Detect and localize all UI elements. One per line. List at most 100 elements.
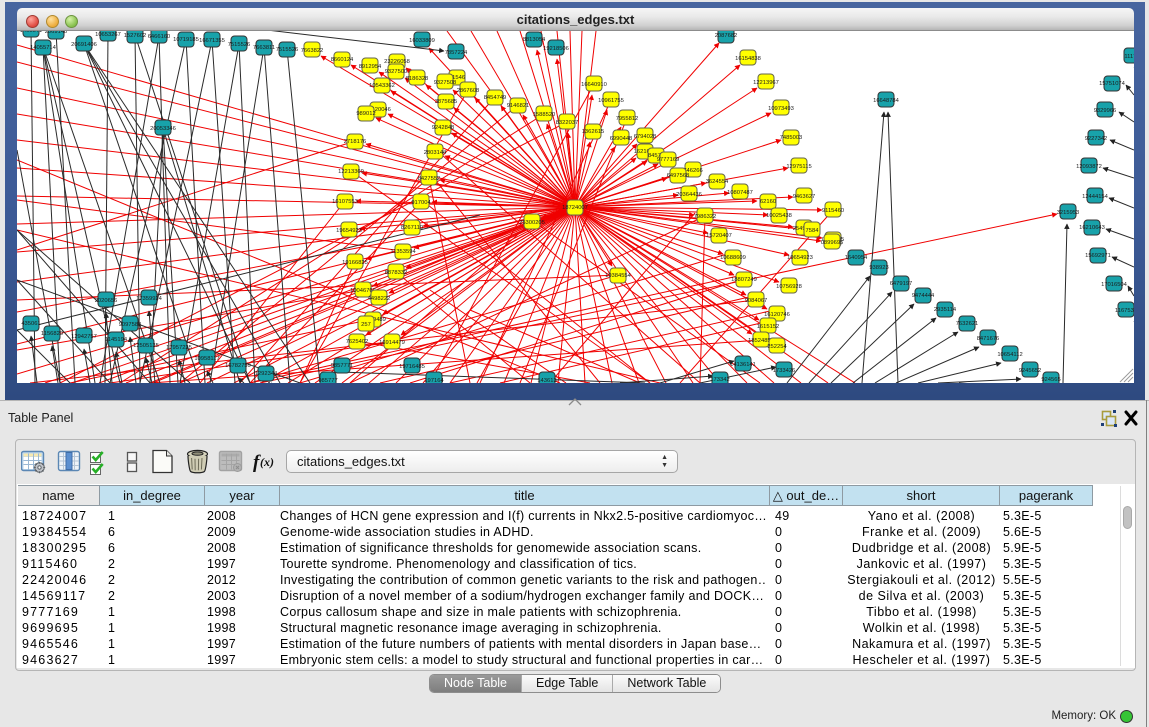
svg-text:12975115: 12975115	[786, 164, 811, 170]
svg-text:16107553: 16107553	[332, 199, 358, 205]
svg-text:8186328: 8186328	[406, 76, 429, 82]
svg-text:12213967: 12213967	[753, 80, 779, 86]
svg-text:1167531: 1167531	[1115, 308, 1134, 314]
svg-text:252254: 252254	[767, 344, 787, 350]
svg-text:12942757: 12942757	[71, 334, 97, 340]
svg-text:985777: 985777	[318, 378, 337, 383]
svg-text:6466160: 6466160	[148, 34, 171, 40]
svg-text:19166825: 19166825	[342, 260, 368, 266]
svg-text:3215953: 3215953	[1057, 210, 1080, 216]
svg-text:9227342: 9227342	[1085, 136, 1108, 142]
svg-text:10973493: 10973493	[768, 106, 794, 112]
svg-text:8471676: 8471676	[977, 336, 1000, 342]
svg-text:18724007: 18724007	[562, 205, 588, 211]
svg-text:12444154: 12444154	[1082, 194, 1109, 200]
svg-text:9777169: 9777169	[657, 157, 680, 163]
svg-text:25300205: 25300205	[519, 220, 545, 226]
svg-text:7515526: 7515526	[276, 47, 299, 53]
svg-text:10653267: 10653267	[95, 32, 121, 38]
svg-text:9329966: 9329966	[1094, 108, 1117, 114]
svg-text:938923: 938923	[869, 265, 888, 271]
svg-text:7485003: 7485003	[780, 135, 803, 141]
svg-text:10961755: 10961755	[598, 98, 624, 104]
svg-text:8454749: 8454749	[484, 95, 507, 101]
svg-text:7515526: 7515526	[228, 42, 251, 48]
svg-text:16782759: 16782759	[225, 363, 251, 369]
svg-text:14055714: 14055714	[30, 45, 57, 51]
svg-text:16120746: 16120746	[764, 312, 790, 318]
svg-text:1588520: 1588520	[533, 112, 556, 118]
svg-text:6990448: 6990448	[610, 136, 633, 142]
svg-text:15692971: 15692971	[1085, 253, 1111, 259]
svg-text:16210643: 16210643	[1079, 225, 1105, 231]
svg-text:8660124: 8660124	[331, 57, 354, 63]
svg-text:3624554: 3624554	[706, 179, 729, 185]
svg-text:1405571: 1405571	[20, 31, 43, 34]
svg-text:19218506: 19218506	[543, 46, 569, 52]
svg-text:8878332: 8878332	[385, 270, 408, 276]
svg-text:17957225: 17957225	[166, 345, 192, 351]
svg-text:3875685: 3875685	[435, 99, 458, 105]
svg-text:10025438: 10025438	[766, 213, 792, 219]
svg-text:7625402: 7625402	[346, 339, 369, 345]
svg-text:2069140: 2069140	[45, 31, 68, 35]
svg-text:2867608: 2867608	[457, 88, 480, 94]
svg-text:14136141: 14136141	[730, 362, 756, 368]
svg-text:1145194: 1145194	[105, 337, 128, 343]
svg-text:6497568: 6497568	[667, 173, 690, 179]
svg-text:8267110: 8267110	[401, 225, 423, 231]
svg-text:7857224: 7857224	[445, 50, 468, 56]
svg-text:1292344: 1292344	[255, 371, 278, 377]
svg-text:9463627: 9463627	[793, 194, 816, 200]
svg-text:16914479: 16914479	[379, 340, 405, 346]
svg-text:9097588: 9097588	[119, 322, 142, 328]
svg-text:20053346: 20053346	[150, 126, 176, 132]
svg-text:10719185: 10719185	[173, 37, 199, 43]
svg-text:12093872: 12093872	[1076, 164, 1102, 170]
svg-text:924565: 924565	[1041, 377, 1060, 383]
svg-text:62160: 62160	[760, 199, 776, 205]
svg-text:917004: 917004	[411, 200, 431, 206]
svg-text:9084067: 9084067	[745, 298, 768, 304]
svg-text:6479197: 6479197	[890, 281, 913, 287]
svg-text:8912954: 8912954	[359, 64, 382, 70]
svg-text:1733426: 1733426	[773, 368, 796, 374]
svg-text:435061: 435061	[21, 321, 40, 327]
svg-text:16648784: 16648784	[873, 98, 900, 104]
svg-text:2935114: 2935114	[934, 307, 957, 313]
svg-text:4498222: 4498222	[368, 296, 391, 302]
svg-text:2718176: 2718176	[344, 139, 367, 145]
svg-text:17359924: 17359924	[136, 296, 163, 302]
svg-text:16154838: 16154838	[735, 56, 761, 62]
svg-text:0899695: 0899695	[821, 240, 844, 246]
svg-text:10807487: 10807487	[727, 190, 753, 196]
svg-text:9327508: 9327508	[434, 80, 457, 86]
svg-text:9245652: 9245652	[1019, 368, 1042, 374]
svg-text:7955812: 7955812	[616, 116, 639, 122]
svg-text:8322037: 8322037	[556, 120, 579, 126]
svg-text:8813054: 8813054	[523, 37, 546, 43]
svg-text:16033809: 16033809	[409, 38, 435, 44]
svg-text:257: 257	[361, 322, 371, 328]
svg-text:17016504: 17016504	[1101, 282, 1128, 288]
svg-text:2803144: 2803144	[424, 150, 447, 156]
svg-text:197164: 197164	[424, 378, 444, 383]
svg-text:10958117: 10958117	[194, 356, 219, 362]
svg-text:15720407: 15720407	[706, 233, 732, 239]
svg-text:10654112: 10654112	[997, 352, 1022, 358]
svg-text:19654923: 19654923	[787, 255, 813, 261]
svg-text:8427552: 8427552	[418, 176, 441, 182]
svg-text:15751074: 15751074	[1099, 81, 1126, 87]
svg-text:9327500: 9327500	[385, 69, 408, 75]
svg-text:9474444: 9474444	[912, 293, 935, 299]
svg-text:10756928: 10756928	[776, 284, 802, 290]
svg-text:1615152: 1615152	[757, 324, 780, 330]
svg-text:12505135: 12505135	[133, 343, 159, 349]
svg-text:2087682: 2087682	[715, 33, 738, 39]
svg-text:(x): (x)	[260, 455, 274, 469]
svg-text:1527602: 1527602	[124, 33, 147, 39]
svg-text:9115460: 9115460	[822, 208, 844, 214]
svg-text:7584: 7584	[806, 228, 820, 234]
svg-text:7632621: 7632621	[956, 321, 979, 327]
svg-text:11170: 11170	[1124, 54, 1134, 60]
